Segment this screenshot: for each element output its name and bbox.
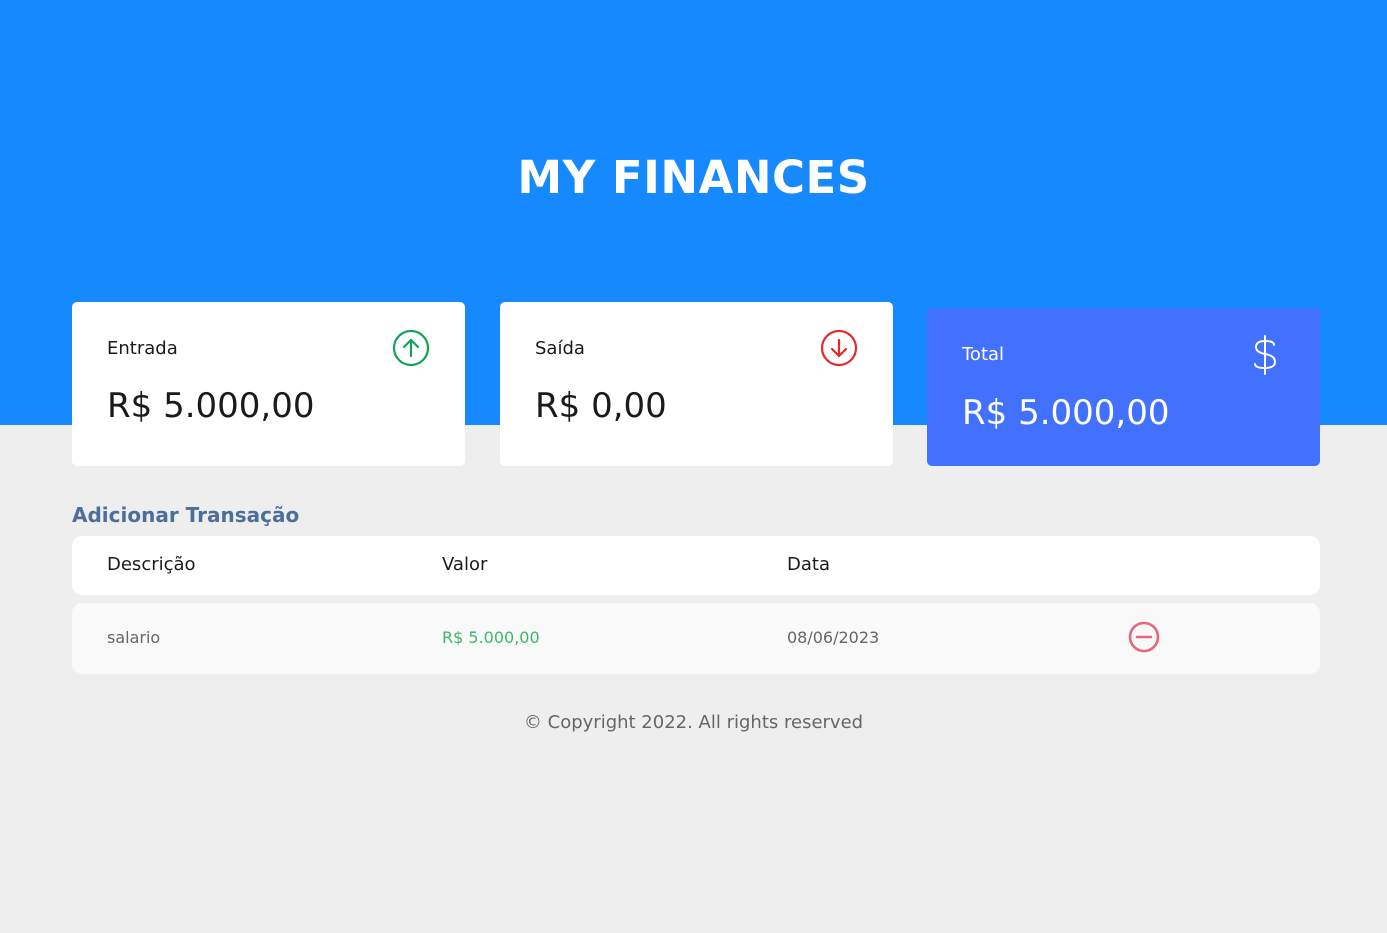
page-title: MY FINANCES <box>517 151 870 204</box>
column-header-value: Valor <box>442 554 488 575</box>
transaction-date: 08/06/2023 <box>787 628 880 647</box>
column-header-description: Descrição <box>107 554 196 575</box>
income-card: Entrada R$ 5.000,00 <box>72 302 465 466</box>
table-row: salario R$ 5.000,00 08/06/2023 <box>72 603 1320 674</box>
transaction-amount: R$ 5.000,00 <box>442 628 540 647</box>
table-header: Descrição Valor Data <box>72 536 1320 595</box>
arrow-up-circle-icon <box>392 329 430 367</box>
footer-copyright: © Copyright 2022. All rights reserved <box>523 712 864 733</box>
column-header-date: Data <box>787 554 830 575</box>
arrow-down-circle-icon <box>820 329 858 367</box>
minus-circle-icon[interactable] <box>1127 620 1161 654</box>
income-card-label: Entrada <box>107 338 178 359</box>
expense-card: Saída R$ 0,00 <box>500 302 893 466</box>
expense-card-value: R$ 0,00 <box>535 386 667 426</box>
total-card-label: Total <box>962 344 1005 365</box>
add-transaction-link[interactable]: Adicionar Transação <box>72 501 299 529</box>
total-card: Total R$ 5.000,00 <box>927 308 1320 466</box>
expense-card-label: Saída <box>535 338 585 359</box>
dollar-sign-icon <box>1250 334 1280 376</box>
transaction-description: salario <box>107 628 161 647</box>
income-card-value: R$ 5.000,00 <box>107 386 315 426</box>
total-card-value: R$ 5.000,00 <box>962 393 1170 433</box>
